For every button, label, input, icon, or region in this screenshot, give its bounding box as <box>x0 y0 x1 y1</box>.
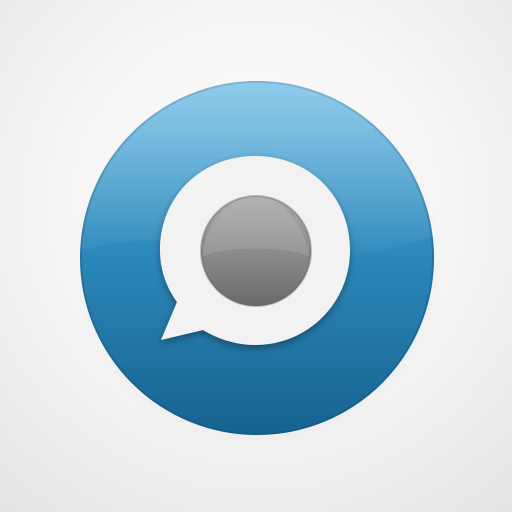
speech-bubble-icon <box>72 76 444 448</box>
app-icon[interactable] <box>0 0 512 512</box>
